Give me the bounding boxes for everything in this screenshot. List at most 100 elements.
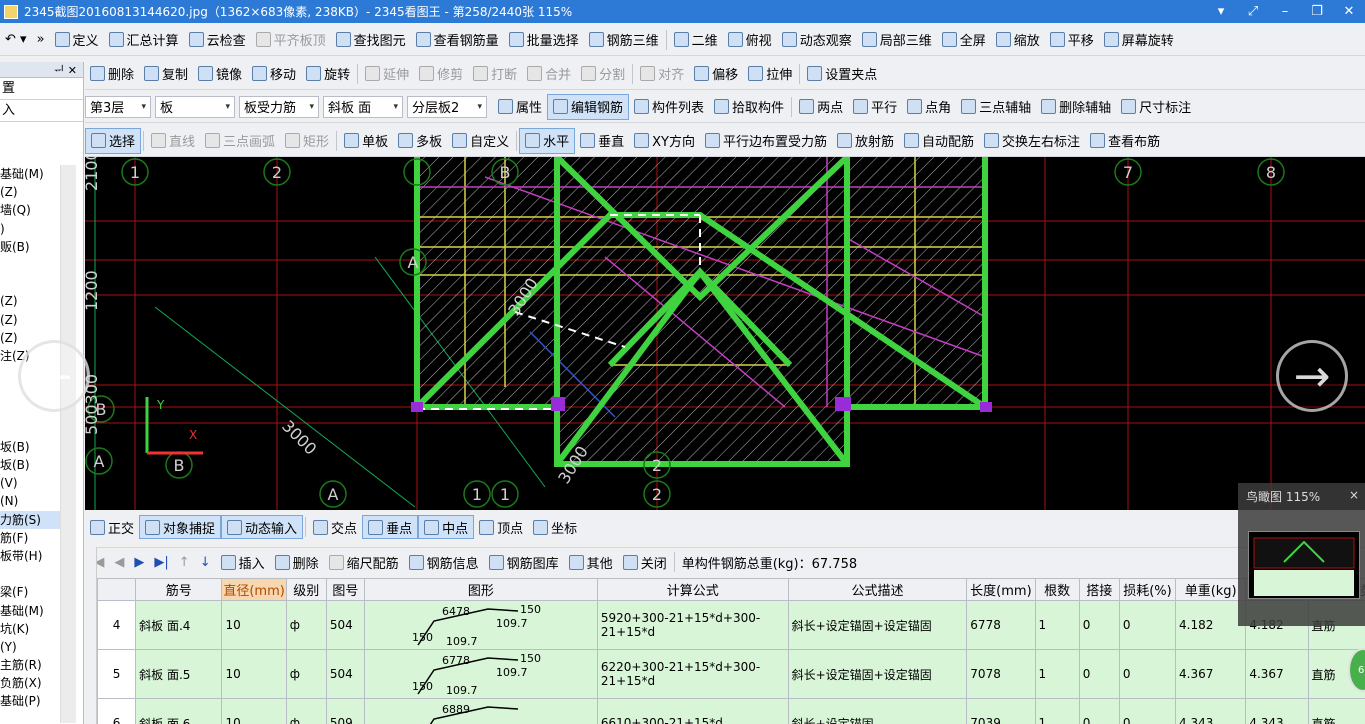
select-cursor-button[interactable]: 选择 bbox=[85, 127, 142, 154]
point-angle-button[interactable]: 点角 bbox=[902, 94, 956, 120]
column-header[interactable]: 搭接 bbox=[1078, 578, 1120, 601]
single-slab-button[interactable]: 单板 bbox=[339, 128, 393, 154]
2d-button[interactable]: 二维 bbox=[669, 27, 723, 53]
orthogonal-button[interactable]: 正交 bbox=[85, 515, 139, 539]
column-header[interactable]: 单重(kg) bbox=[1175, 578, 1247, 601]
close-button[interactable]: ✕ bbox=[1333, 4, 1365, 19]
prev-record-button[interactable]: ◀ bbox=[109, 555, 129, 570]
zoom-button[interactable]: 缩放 bbox=[991, 27, 1045, 53]
tree-item[interactable]: 基础(M) bbox=[0, 602, 60, 620]
figure-no-cell[interactable]: 504 bbox=[325, 600, 365, 650]
grip-button[interactable]: 设置夹点 bbox=[802, 61, 882, 87]
cloud-check-button[interactable]: 云检查 bbox=[184, 27, 251, 53]
grade-cell[interactable]: ф bbox=[285, 600, 327, 650]
tree-item[interactable]: (N) bbox=[0, 492, 60, 510]
formula-desc-cell[interactable]: 斜长+设定锚固+设定锚固 bbox=[787, 600, 968, 650]
lap-cell[interactable]: 0 bbox=[1078, 649, 1120, 699]
align-slab-button[interactable]: 平齐板顶 bbox=[251, 27, 331, 53]
delete-button[interactable]: 删除 bbox=[85, 61, 139, 87]
length-cell[interactable]: 6778 bbox=[966, 600, 1036, 650]
tree-item[interactable]: 坂(B) bbox=[0, 438, 60, 456]
tree-item[interactable]: (Z) bbox=[0, 311, 60, 329]
break-button[interactable]: 打断 bbox=[468, 61, 522, 87]
mirror-button[interactable]: 镜像 bbox=[193, 61, 247, 87]
row-index[interactable]: 4 bbox=[97, 600, 137, 650]
move-up-button[interactable]: ↑ bbox=[174, 555, 195, 570]
xy-direction-button[interactable]: XY方向 bbox=[629, 128, 700, 154]
floor-select[interactable]: 第3层 ▾ bbox=[85, 95, 151, 118]
next-record-button[interactable]: ▶ bbox=[129, 555, 149, 570]
tree-item[interactable]: (Z) bbox=[0, 292, 60, 310]
close-button[interactable]: 关闭 bbox=[618, 553, 672, 572]
previous-image-button[interactable]: ← bbox=[18, 340, 90, 412]
offset-button[interactable]: 偏移 bbox=[689, 61, 743, 87]
diameter-cell[interactable]: 10 bbox=[221, 698, 287, 724]
object-snap-button[interactable]: 对象捕捉 bbox=[139, 515, 222, 539]
perpendicular-button[interactable]: 垂点 bbox=[362, 515, 419, 539]
length-cell[interactable]: 7078 bbox=[966, 649, 1036, 699]
rebar-info-button[interactable]: 钢筋信息 bbox=[404, 553, 484, 572]
row-index[interactable]: 5 bbox=[97, 649, 137, 699]
table-row[interactable]: 6斜板 面.610ф5096889150109.76610+300-21+15*… bbox=[97, 698, 1365, 724]
align-button[interactable]: 对齐 bbox=[635, 61, 689, 87]
row-index[interactable]: 6 bbox=[97, 698, 137, 724]
property-button[interactable]: 属性 bbox=[493, 94, 547, 120]
top-view-button[interactable]: 俯视 bbox=[723, 27, 777, 53]
pick-button[interactable]: 拾取构件 bbox=[709, 94, 789, 120]
loss-cell[interactable]: 0 bbox=[1118, 649, 1177, 699]
column-header[interactable] bbox=[97, 578, 137, 601]
horizontal-button[interactable]: 水平 bbox=[519, 127, 576, 154]
pan-button[interactable]: 平移 bbox=[1045, 27, 1099, 53]
delete-axis-button[interactable]: 删除辅轴 bbox=[1036, 94, 1116, 120]
parallel-button[interactable]: 平行 bbox=[848, 94, 902, 120]
shape-cell[interactable]: 6889150109.7 bbox=[363, 698, 598, 724]
rebar-name[interactable]: 斜板 面.5 bbox=[135, 649, 223, 699]
grade-cell[interactable]: ф bbox=[285, 698, 327, 724]
column-header[interactable]: 图形 bbox=[363, 578, 598, 601]
table-row[interactable]: 5 斜板 面.5 10 ф 504 6778 150 109.7 150 109.7 6220+30… bbox=[97, 649, 1365, 699]
unit-weight-cell[interactable]: 4.182 bbox=[1175, 600, 1247, 650]
tree-item[interactable]: (Y) bbox=[0, 638, 60, 656]
move-button[interactable]: 移动 bbox=[247, 61, 301, 87]
panel-item-0[interactable]: 置 bbox=[0, 78, 83, 100]
delete-row-button[interactable]: 删除 bbox=[270, 553, 324, 572]
birdseye-close-icon[interactable]: × bbox=[1349, 488, 1359, 505]
pin-icon[interactable]: ᆔ ✕ bbox=[54, 62, 77, 78]
swap-label-button[interactable]: 交换左右标注 bbox=[979, 128, 1085, 154]
orbit-button[interactable]: 动态观察 bbox=[777, 27, 857, 53]
total-weight-cell[interactable]: 4.343 bbox=[1245, 698, 1309, 724]
edit-rebar-button[interactable]: 编辑钢筋 bbox=[547, 93, 630, 120]
column-header[interactable]: 图号 bbox=[325, 578, 365, 601]
tree-item[interactable]: 贩(B) bbox=[0, 238, 60, 256]
minimize-button[interactable]: – bbox=[1269, 4, 1301, 19]
split-button[interactable]: 分割 bbox=[576, 61, 630, 87]
copy-button[interactable]: 复制 bbox=[139, 61, 193, 87]
next-image-button[interactable]: → bbox=[1276, 340, 1348, 412]
toolbar-more[interactable]: » bbox=[32, 27, 50, 53]
three-point-axis-button[interactable]: 三点辅轴 bbox=[956, 94, 1036, 120]
rotate-button[interactable]: 旋转 bbox=[301, 61, 355, 87]
two-point-button[interactable]: 两点 bbox=[794, 94, 848, 120]
last-record-button[interactable]: ▶| bbox=[149, 555, 173, 570]
rectangle-button[interactable]: 矩形 bbox=[280, 128, 334, 154]
formula-cell[interactable]: 6220+300-21+15*d+300-21+15*d bbox=[596, 649, 789, 699]
parallel-edge-button[interactable]: 平行边布置受力筋 bbox=[700, 128, 832, 154]
column-header[interactable]: 计算公式 bbox=[596, 578, 789, 601]
grade-cell[interactable]: ф bbox=[285, 649, 327, 699]
undo-button[interactable]: ↶ ▾ bbox=[0, 27, 32, 53]
insert-button[interactable]: 插入 bbox=[216, 553, 270, 572]
count-cell[interactable]: 1 bbox=[1034, 649, 1080, 699]
rebar-3d-button[interactable]: 钢筋三维 bbox=[584, 27, 664, 53]
dynamic-input-button[interactable]: 动态输入 bbox=[221, 515, 304, 539]
find-button[interactable]: 查找图元 bbox=[331, 27, 411, 53]
rotate-screen-button[interactable]: 屏幕旋转 bbox=[1099, 27, 1179, 53]
formula-desc-cell[interactable]: 斜长+设定锚固 bbox=[787, 698, 968, 724]
formula-desc-cell[interactable]: 斜长+设定锚固+设定锚固 bbox=[787, 649, 968, 699]
tree-item[interactable] bbox=[0, 565, 60, 583]
tree-item[interactable] bbox=[0, 420, 60, 438]
unit-weight-cell[interactable]: 4.367 bbox=[1175, 649, 1247, 699]
count-cell[interactable]: 1 bbox=[1034, 600, 1080, 650]
drawing-canvas[interactable]: 1 2 B 7 8 A B A B A 1 1 2 2 2100 1200 50… bbox=[85, 157, 1365, 510]
vertex-button[interactable]: 顶点 bbox=[474, 515, 528, 539]
tree-item[interactable]: 筋(F) bbox=[0, 529, 60, 547]
